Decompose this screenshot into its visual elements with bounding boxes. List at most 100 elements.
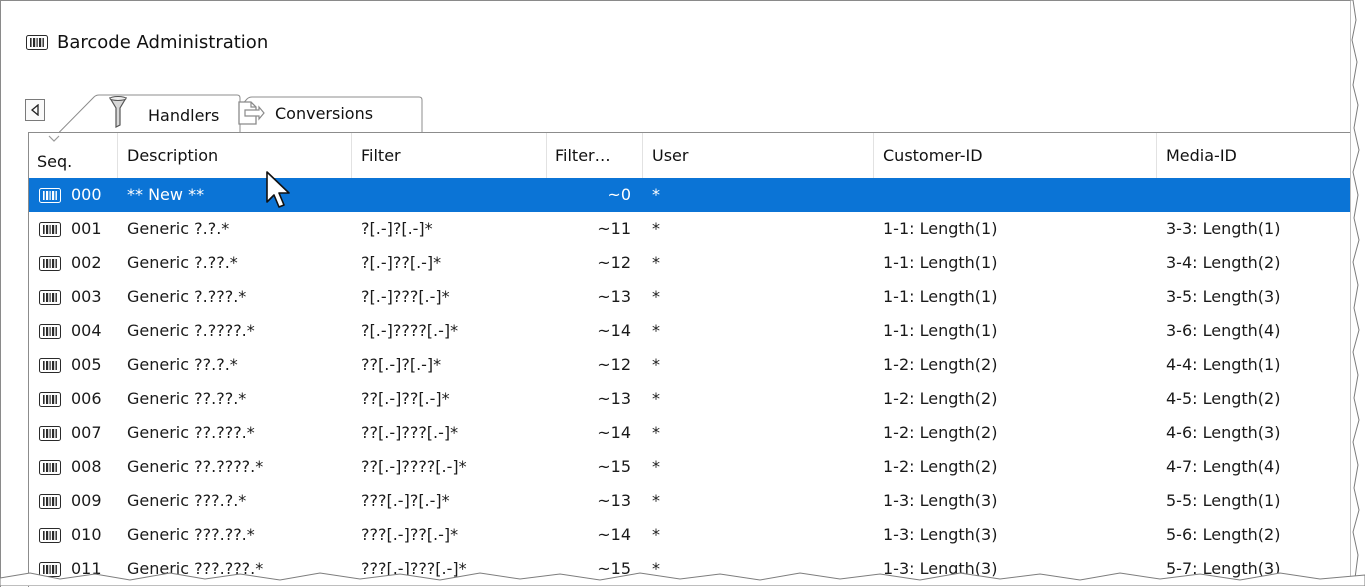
tab-scroll-left-button[interactable] xyxy=(25,99,45,121)
cell-description[interactable]: Generic ??.??.* xyxy=(118,382,352,416)
column-header-filter-length[interactable]: Filter… xyxy=(547,133,643,178)
table-row[interactable]: 000 ** New ** ~0 * xyxy=(29,178,1353,212)
cell-filter-length[interactable]: ~14 xyxy=(547,314,643,348)
cell-description[interactable]: Generic ?.????.* xyxy=(118,314,352,348)
cell-customer-id[interactable]: 1-2: Length(2) xyxy=(874,348,1157,382)
cell-filter-length[interactable]: ~12 xyxy=(547,348,643,382)
cell-filter[interactable]: ??[.-]????[.-]* xyxy=(352,450,547,484)
cell-media-id[interactable] xyxy=(1157,178,1353,212)
column-header-media-id[interactable]: Media-ID xyxy=(1157,133,1353,178)
cell-customer-id[interactable]: 1-1: Length(1) xyxy=(874,314,1157,348)
cell-media-id[interactable]: 4-6: Length(3) xyxy=(1157,416,1353,450)
cell-filter-length[interactable]: ~13 xyxy=(547,484,643,518)
column-header-customer-id[interactable]: Customer-ID xyxy=(874,133,1157,178)
cell-filter[interactable]: ???[.-]??[.-]* xyxy=(352,518,547,552)
cell-filter-length[interactable]: ~0 xyxy=(547,178,643,212)
column-header-seq[interactable]: Seq. xyxy=(29,133,118,178)
cell-filter-length[interactable]: ~11 xyxy=(547,212,643,246)
tab-strip: Handlers Conversions xyxy=(1,93,1353,133)
cell-seq[interactable]: 004 xyxy=(29,314,118,348)
cell-seq[interactable]: 005 xyxy=(29,348,118,382)
cell-media-id[interactable]: 3-4: Length(2) xyxy=(1157,246,1353,280)
cell-customer-id[interactable]: 1-2: Length(2) xyxy=(874,382,1157,416)
cell-user[interactable]: * xyxy=(643,246,874,280)
cell-description[interactable]: Generic ?.?.* xyxy=(118,212,352,246)
cell-filter-length[interactable]: ~14 xyxy=(547,518,643,552)
cell-filter[interactable]: ??[.-]?[.-]* xyxy=(352,348,547,382)
cell-customer-id[interactable]: 1-1: Length(1) xyxy=(874,246,1157,280)
table-row[interactable]: 001 Generic ?.?.* ?[.-]?[.-]* ~11 * 1-1: Leng… xyxy=(29,212,1353,246)
table-row[interactable]: 003 Generic ?.???.* ?[.-]???[.-]* ~13 * 1-1: … xyxy=(29,280,1353,314)
cell-description[interactable]: Generic ??.????.* xyxy=(118,450,352,484)
cell-description[interactable]: Generic ???.??.* xyxy=(118,518,352,552)
cell-seq[interactable]: 006 xyxy=(29,382,118,416)
cell-user[interactable]: * xyxy=(643,178,874,212)
cell-seq[interactable]: 001 xyxy=(29,212,118,246)
cell-user[interactable]: * xyxy=(643,348,874,382)
cell-user[interactable]: * xyxy=(643,416,874,450)
cell-media-id[interactable]: 3-3: Length(1) xyxy=(1157,212,1353,246)
cell-filter-length[interactable]: ~15 xyxy=(547,450,643,484)
cell-seq[interactable]: 003 xyxy=(29,280,118,314)
column-header-filter[interactable]: Filter xyxy=(352,133,547,178)
cell-user[interactable]: * xyxy=(643,518,874,552)
cell-filter-length[interactable]: ~14 xyxy=(547,416,643,450)
table-row[interactable]: 004 Generic ?.????.* ?[.-]????[.-]* ~14 * 1-1… xyxy=(29,314,1353,348)
funnel-icon xyxy=(108,96,128,128)
cell-filter-length[interactable]: ~12 xyxy=(547,246,643,280)
cell-filter[interactable]: ?[.-]?[.-]* xyxy=(352,212,547,246)
cell-description[interactable]: Generic ??.?.* xyxy=(118,348,352,382)
cell-seq[interactable]: 010 xyxy=(29,518,118,552)
table-row[interactable]: 010 Generic ???.??.* ???[.-]??[.-]* ~14 * 1-3… xyxy=(29,518,1353,552)
handlers-grid[interactable]: Seq. Description Filter Filter… User Cus… xyxy=(28,132,1353,587)
cell-user[interactable]: * xyxy=(643,382,874,416)
table-row[interactable]: 009 Generic ???.?.* ???[.-]?[.-]* ~13 * 1-3: … xyxy=(29,484,1353,518)
column-header-user[interactable]: User xyxy=(643,133,874,178)
cell-media-id[interactable]: 3-6: Length(4) xyxy=(1157,314,1353,348)
table-row[interactable]: 008 Generic ??.????.* ??[.-]????[.-]* ~15 * 1… xyxy=(29,450,1353,484)
cell-description[interactable]: Generic ?.??.* xyxy=(118,246,352,280)
cell-filter-length[interactable]: ~13 xyxy=(547,280,643,314)
cell-description[interactable]: Generic ??.???.* xyxy=(118,416,352,450)
cell-filter[interactable]: ?[.-]??[.-]* xyxy=(352,246,547,280)
cell-seq[interactable]: 008 xyxy=(29,450,118,484)
cell-customer-id[interactable]: 1-3: Length(3) xyxy=(874,518,1157,552)
column-header-label: Media-ID xyxy=(1166,146,1237,165)
cell-media-id[interactable]: 5-5: Length(1) xyxy=(1157,484,1353,518)
cell-customer-id[interactable]: 1-3: Length(3) xyxy=(874,484,1157,518)
table-row[interactable]: 005 Generic ??.?.* ??[.-]?[.-]* ~12 * 1-2: Le… xyxy=(29,348,1353,382)
cell-description[interactable]: Generic ?.???.* xyxy=(118,280,352,314)
table-row[interactable]: 002 Generic ?.??.* ?[.-]??[.-]* ~12 * 1-1: Le… xyxy=(29,246,1353,280)
cell-user[interactable]: * xyxy=(643,484,874,518)
cell-user[interactable]: * xyxy=(643,280,874,314)
cell-filter[interactable]: ???[.-]?[.-]* xyxy=(352,484,547,518)
table-row[interactable]: 007 Generic ??.???.* ??[.-]???[.-]* ~14 * 1-2… xyxy=(29,416,1353,450)
table-row[interactable]: 006 Generic ??.??.* ??[.-]??[.-]* ~13 * 1-2: … xyxy=(29,382,1353,416)
cell-filter[interactable]: ??[.-]???[.-]* xyxy=(352,416,547,450)
cell-seq[interactable]: 007 xyxy=(29,416,118,450)
cell-user[interactable]: * xyxy=(643,314,874,348)
column-header-description[interactable]: Description xyxy=(118,133,352,178)
cell-seq[interactable]: 002 xyxy=(29,246,118,280)
cell-media-id[interactable]: 5-6: Length(2) xyxy=(1157,518,1353,552)
cell-description[interactable]: Generic ???.?.* xyxy=(118,484,352,518)
cell-user[interactable]: * xyxy=(643,212,874,246)
cell-media-id[interactable]: 4-7: Length(4) xyxy=(1157,450,1353,484)
cell-customer-id[interactable]: 1-1: Length(1) xyxy=(874,280,1157,314)
cell-seq[interactable]: 000 xyxy=(29,178,118,212)
cell-customer-id[interactable] xyxy=(874,178,1157,212)
cell-filter[interactable] xyxy=(352,178,547,212)
cell-filter[interactable]: ?[.-]???[.-]* xyxy=(352,280,547,314)
cell-filter[interactable]: ?[.-]????[.-]* xyxy=(352,314,547,348)
cell-seq[interactable]: 009 xyxy=(29,484,118,518)
cell-filter-length[interactable]: ~13 xyxy=(547,382,643,416)
cell-filter[interactable]: ??[.-]??[.-]* xyxy=(352,382,547,416)
cell-media-id[interactable]: 4-4: Length(1) xyxy=(1157,348,1353,382)
cell-customer-id[interactable]: 1-2: Length(2) xyxy=(874,416,1157,450)
cell-media-id[interactable]: 3-5: Length(3) xyxy=(1157,280,1353,314)
cell-customer-id[interactable]: 1-1: Length(1) xyxy=(874,212,1157,246)
cell-media-id[interactable]: 4-5: Length(2) xyxy=(1157,382,1353,416)
cell-user[interactable]: * xyxy=(643,450,874,484)
cell-description[interactable]: ** New ** xyxy=(118,178,352,212)
cell-customer-id[interactable]: 1-2: Length(2) xyxy=(874,450,1157,484)
